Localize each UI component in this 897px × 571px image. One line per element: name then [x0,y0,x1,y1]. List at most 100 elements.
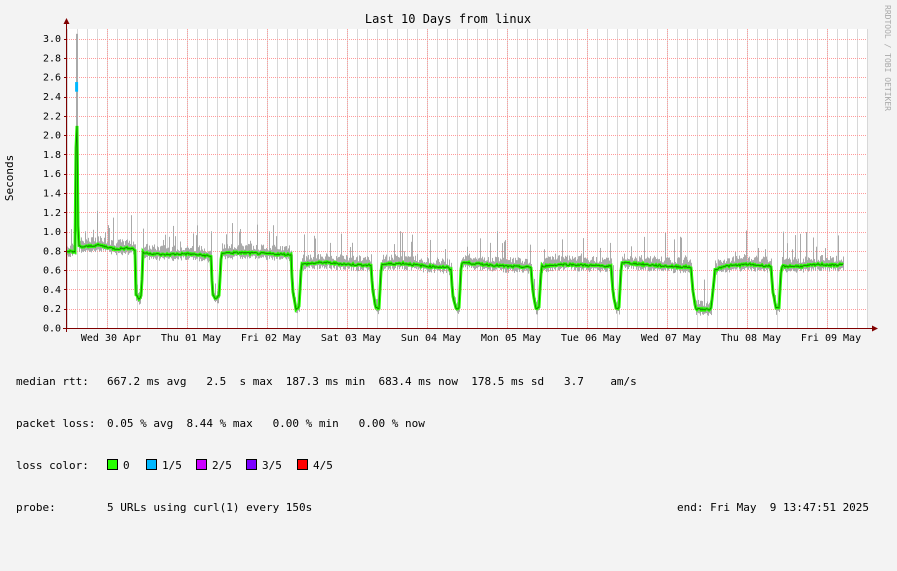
x-tick-label: Sun 04 May [401,333,461,344]
loss-color-item: 0 [107,459,130,473]
smoke-bar [85,231,86,252]
chart-title: Last 10 Days from linux [365,12,531,26]
packet-loss-row: packet loss: 0.05 % avg 8.44 % max 0.00 … [16,417,425,431]
y-tick-label: 2.4 [43,92,61,103]
probe-label: probe: [16,501,56,514]
smoke-bar [340,254,341,270]
legend: median rtt: 667.2 ms avg 2.5 s max 187.3… [16,347,869,529]
smoke-bar [733,256,734,270]
y-tick-label: 2.2 [43,111,61,122]
loss-color-item: 1/5 [146,459,182,473]
y-tick-label: 0.4 [43,285,61,296]
median-rtt-label: median rtt: [16,375,89,388]
x-tick-labels: Wed 30 Apr Thu 01 May Fri 02 May Sat 03 May… [81,333,861,344]
loss-color-swatch [246,459,257,470]
smoke-bar [263,244,264,258]
packet-loss-label: packet loss: [16,417,96,430]
end-time: end: Fri May 9 13:47:51 2025 [677,501,870,514]
smoke-bar [654,255,655,271]
smoke-bar [282,246,283,259]
y-axis-label: Seconds [3,155,16,201]
smoke-bar [668,257,669,271]
smoke-bar [385,256,386,269]
median-rtt-row: median rtt: 667.2 ms avg 2.5 s max 187.3… [16,375,637,389]
smoke-bar [224,244,225,257]
x-tick-label: Thu 01 May [161,333,221,344]
smoke-bar [174,245,175,259]
smoke-bar [484,257,485,269]
x-tick-label: Wed 30 Apr [81,333,141,344]
loss-color-item: 2/5 [196,459,232,473]
smoke-bar [164,245,165,260]
y-tick-label: 2.0 [43,131,61,142]
x-tick-label: Mon 05 May [481,333,541,344]
smoke-bar [650,256,651,271]
y-tick-labels: 0.0 0.2 0.4 0.6 0.8 1.0 1.2 1.4 1.6 1.8 2.0 2.2 2.4 2… [43,34,61,334]
y-tick-label: 1.4 [43,188,61,199]
probe-row: probe: 5 URLs using curl(1) every 150s e… [16,501,869,515]
smoke-bar [113,217,114,251]
loss-color-item: 3/5 [246,459,282,473]
loss-color-item-label: 1/5 [162,459,182,472]
smoke-bar [698,299,699,314]
smoke-bar [510,257,511,271]
loss-color-item: 4/5 [297,459,333,473]
smoke-bar [286,246,287,260]
loss-color-swatch [196,459,207,470]
x-tick-label: Tue 06 May [561,333,621,344]
smoke-bar [400,231,401,268]
y-tick-label: 2.6 [43,73,61,84]
smoke-bar [383,254,384,271]
smoke-bar [559,255,560,271]
loss-color-swatch [297,459,308,470]
smoke-bar [593,256,594,271]
y-tick-label: 0.8 [43,246,61,257]
loss-color-swatch [107,459,118,470]
smoke-bar [661,256,662,271]
smoke-bar [744,254,745,270]
x-tick-label: Fri 09 May [801,333,861,344]
smoke-bar [327,254,328,266]
smoke-bar [505,240,506,273]
y-tick-label: 1.0 [43,227,61,238]
x-tick-label: Sat 03 May [321,333,381,344]
smoke-bar [108,225,109,250]
smoke-bar [732,257,733,270]
loss-color-item-label: 4/5 [313,459,333,472]
smoke-bar [667,256,668,272]
loss-color-swatch [146,459,157,470]
smoke-bar [561,256,562,269]
y-tick-label: 0.2 [43,304,61,315]
smoke-bar [555,253,556,271]
smoke-bar [497,231,498,268]
loss-color-row: loss color: 0 1/5 2/5 3/5 4/5 [16,459,333,473]
smoke-bar [735,251,736,270]
x-tick-label: Wed 07 May [641,333,701,344]
y-tick-label: 3.0 [43,34,61,45]
smoke-bar [806,232,807,269]
latency-chart: 0.0 0.2 0.4 0.6 0.8 1.0 1.2 1.4 1.6 1.8 2.0 2.2 2.4 2… [3,5,892,344]
loss-color-item-label: 2/5 [212,459,232,472]
smoke-bar [341,233,342,267]
probe-value: 5 URLs using curl(1) every 150s [107,501,313,514]
y-tick-label: 2.8 [43,53,61,64]
smoke-bar [92,237,93,251]
y-tick-label: 0.0 [43,324,61,335]
rrdtool-credit: RRDTOOL / TOBI OETIKER [883,5,892,111]
smoke-bar [581,253,582,272]
smoke-bar [231,244,232,259]
y-tick-label: 0.6 [43,266,61,277]
smoke-bar [766,256,767,270]
smoke-bar [412,234,413,268]
y-axis-arrow [63,18,70,24]
y-tick-label: 1.8 [43,150,61,161]
grid [67,29,868,329]
smoke-bar [146,244,147,257]
y-tick-label: 1.2 [43,208,61,219]
smoke-bar [467,246,468,270]
smoke-bar [437,257,438,271]
smoke-bar [255,249,256,260]
smoke-bar [495,256,496,270]
loss-color-item-label: 3/5 [262,459,282,472]
smoke-bar [763,256,764,271]
